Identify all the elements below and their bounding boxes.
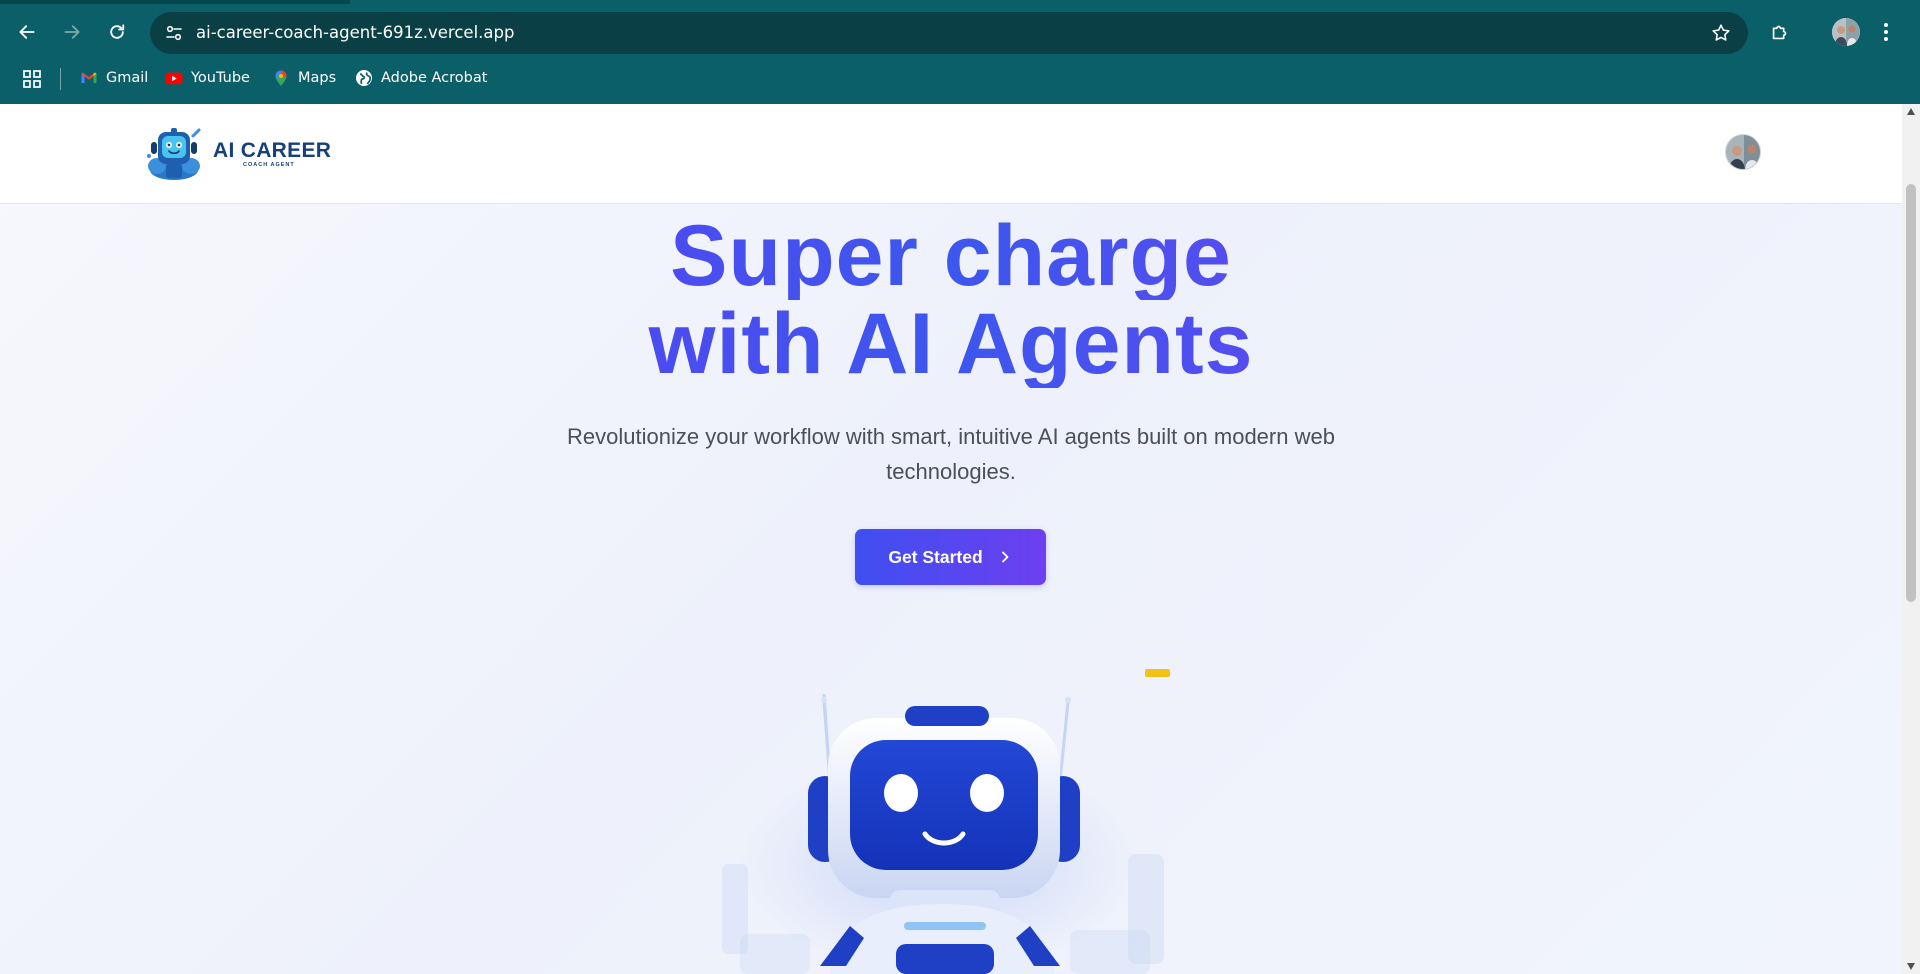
address-bar[interactable]: ai-career-coach-agent-691z.vercel.app <box>150 12 1748 54</box>
bookmark-youtube[interactable]: YouTube <box>165 66 250 90</box>
logo-title: AI CAREER <box>213 138 332 162</box>
forward-button[interactable] <box>54 14 90 50</box>
puzzle-icon <box>1772 25 1787 40</box>
bookmark-adobe-acrobat[interactable]: Adobe Acrobat <box>355 66 487 90</box>
maps-icon <box>275 70 287 86</box>
bookmark-star-icon[interactable] <box>1710 22 1732 44</box>
bookmarks-divider <box>60 68 61 90</box>
profile-photo-icon <box>1832 18 1860 46</box>
user-avatar[interactable] <box>1725 134 1761 170</box>
arrow-left-icon <box>19 25 35 39</box>
hero-title-line-1: Super charge <box>0 212 1902 300</box>
chevron-right-icon <box>1001 551 1009 563</box>
site-logo[interactable]: AI CAREER COACH AGENT <box>143 126 331 182</box>
arrow-right-icon <box>64 25 80 39</box>
bookmark-label: Maps <box>298 70 337 86</box>
hero-title: Super charge with AI Agents <box>0 212 1902 388</box>
back-button[interactable] <box>9 14 45 50</box>
robot-logo-icon <box>147 128 201 180</box>
bookmark-gmail[interactable]: Gmail <box>80 66 148 90</box>
get-started-label: Get Started <box>888 546 983 567</box>
reload-button[interactable] <box>99 14 135 50</box>
page-viewport: AI CAREER COACH AGENT Super charge with … <box>0 104 1902 974</box>
dot-icon <box>1884 37 1888 41</box>
scrollbar-thumb[interactable] <box>1906 184 1916 602</box>
bookmark-maps[interactable]: Maps <box>272 66 336 90</box>
get-started-button[interactable]: Get Started <box>855 529 1046 585</box>
robot-illustration <box>722 694 1164 974</box>
youtube-icon <box>165 72 183 85</box>
globe-icon <box>356 70 372 86</box>
apps-grid-icon[interactable] <box>22 69 42 89</box>
gmail-icon <box>81 72 97 83</box>
logo-subtitle: COACH AGENT <box>243 161 295 168</box>
dot-icon <box>1884 30 1888 34</box>
bookmark-label: Adobe Acrobat <box>381 70 488 86</box>
browser-menu-button[interactable] <box>1876 16 1896 48</box>
site-header: AI CAREER COACH AGENT <box>0 104 1902 204</box>
hero-title-line-2: with AI Agents <box>0 300 1902 388</box>
active-tab-edge[interactable] <box>350 0 1920 4</box>
browser-profile-avatar[interactable] <box>1832 18 1860 46</box>
scroll-down-arrow-icon[interactable] <box>1907 963 1915 970</box>
bookmark-label: YouTube <box>191 70 250 86</box>
url-text[interactable]: ai-career-coach-agent-691z.vercel.app <box>196 23 514 42</box>
hero-subtitle: Revolutionize your workflow with smart, … <box>567 424 1335 484</box>
extensions-button[interactable] <box>1762 14 1798 50</box>
reload-icon <box>110 24 125 39</box>
decorative-yellow-bar <box>1145 669 1170 677</box>
bookmark-label: Gmail <box>106 70 149 86</box>
page-scrollbar[interactable] <box>1902 104 1920 974</box>
logo-wordmark: AI CAREER COACH AGENT <box>213 140 331 169</box>
scroll-up-arrow-icon[interactable] <box>1907 108 1915 115</box>
site-info-icon[interactable] <box>164 23 184 43</box>
dot-icon <box>1884 23 1888 27</box>
user-photo-icon <box>1726 135 1760 169</box>
